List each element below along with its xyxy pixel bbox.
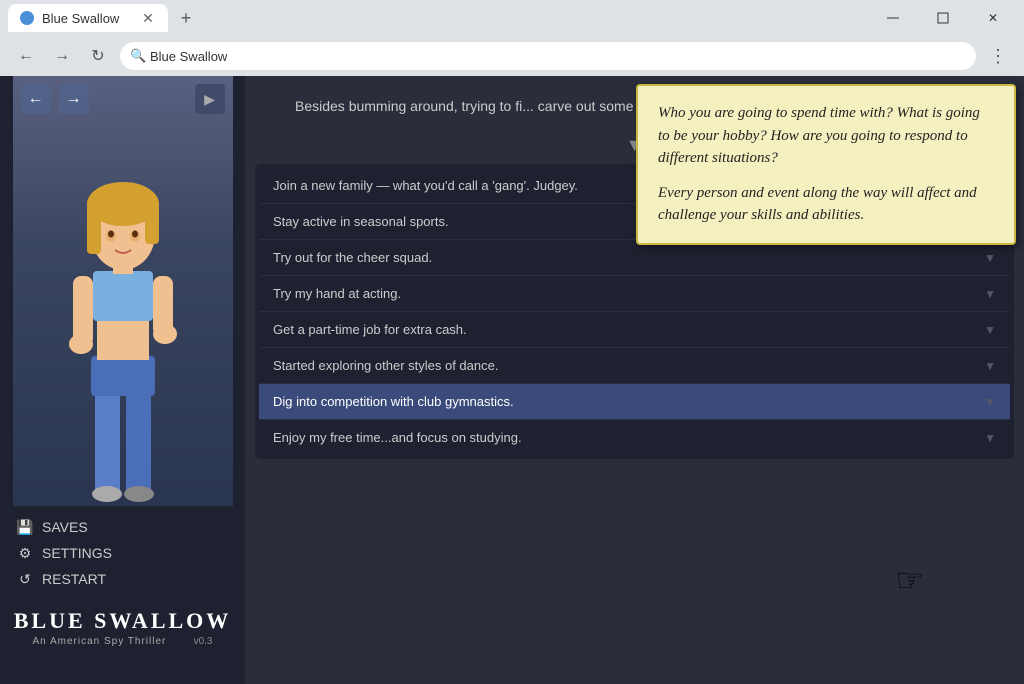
choice-arrow-4: ▼ <box>984 323 996 337</box>
next-image-button[interactable]: → <box>59 84 89 114</box>
choice-item-4[interactable]: Get a part-time job for extra cash. ▼ <box>259 312 1010 348</box>
game-title-area: BLUE SWALLOW An American Spy Thriller v0… <box>14 604 232 647</box>
address-input[interactable] <box>120 42 976 70</box>
new-tab-button[interactable]: + <box>172 4 200 32</box>
choice-item-6[interactable]: Dig into competition with club gymnastic… <box>259 384 1010 420</box>
prev-image-button[interactable]: ← <box>21 84 51 114</box>
mouse-cursor: ☞ <box>895 561 924 599</box>
tooltip-line1: Who you are going to spend time with? Wh… <box>658 102 994 170</box>
choice-item-5[interactable]: Started exploring other styles of dance.… <box>259 348 1010 384</box>
image-fade-button[interactable]: ▶ <box>195 84 225 114</box>
game-content: ← → ▶ 💾 SAVES ⚙ SETTINGS ↺ RESTART <box>0 76 1024 684</box>
browser-frame: Blue Swallow ✕ + ✕ ← → ↻ 🔍 ⋮ <box>0 0 1024 684</box>
choice-arrow-5: ▼ <box>984 359 996 373</box>
character-svg <box>23 86 223 506</box>
maximize-button[interactable] <box>920 2 966 34</box>
tooltip-box: Who you are going to spend time with? Wh… <box>636 84 1016 245</box>
choice-text-3: Try my hand at acting. <box>273 286 401 301</box>
game-title: BLUE SWALLOW <box>14 608 232 634</box>
restart-label: RESTART <box>42 571 106 587</box>
choice-text-0: Join a new family — what you'd call a 'g… <box>273 178 578 193</box>
refresh-button[interactable]: ↻ <box>84 42 112 70</box>
settings-menu-item[interactable]: ⚙ SETTINGS <box>16 540 229 566</box>
choice-text-1: Stay active in seasonal sports. <box>273 214 449 229</box>
restart-icon: ↺ <box>16 570 34 588</box>
close-button[interactable]: ✕ <box>970 2 1016 34</box>
choice-arrow-3: ▼ <box>984 287 996 301</box>
game-version: v0.3 <box>194 636 213 647</box>
settings-label: SETTINGS <box>42 545 112 561</box>
back-button[interactable]: ← <box>12 42 40 70</box>
tooltip-text: Who you are going to spend time with? Wh… <box>658 102 994 227</box>
address-search-icon: 🔍 <box>130 48 146 64</box>
active-tab[interactable]: Blue Swallow ✕ <box>8 4 168 32</box>
restart-menu-item[interactable]: ↺ RESTART <box>16 566 229 592</box>
tab-close-button[interactable]: ✕ <box>140 10 156 26</box>
choice-text-4: Get a part-time job for extra cash. <box>273 322 467 337</box>
saves-icon: 💾 <box>16 518 34 536</box>
choice-arrow-7: ▼ <box>984 431 996 445</box>
saves-label: SAVES <box>42 519 88 535</box>
tooltip-line2: Every person and event along the way wil… <box>658 182 994 227</box>
settings-icon: ⚙ <box>16 544 34 562</box>
choice-arrow-2: ▼ <box>984 251 996 265</box>
browser-menu-button[interactable]: ⋮ <box>984 42 1012 70</box>
sidebar-menu: 💾 SAVES ⚙ SETTINGS ↺ RESTART <box>0 506 245 600</box>
choice-item-3[interactable]: Try my hand at acting. ▼ <box>259 276 1010 312</box>
minimize-button[interactable] <box>870 2 916 34</box>
choice-item-2[interactable]: Try out for the cheer squad. ▼ <box>259 240 1010 276</box>
right-panel: Who you are going to spend time with? Wh… <box>245 76 1024 684</box>
address-bar: ← → ↻ 🔍 ⋮ <box>0 36 1024 76</box>
tab-label: Blue Swallow <box>42 11 119 26</box>
address-wrapper: 🔍 <box>120 42 976 70</box>
tab-area: Blue Swallow ✕ + <box>8 4 862 32</box>
character-image: ← → ▶ <box>13 76 233 506</box>
choice-text-7: Enjoy my free time...and focus on studyi… <box>273 430 522 445</box>
left-panel: ← → ▶ 💾 SAVES ⚙ SETTINGS ↺ RESTART <box>0 76 245 684</box>
saves-menu-item[interactable]: 💾 SAVES <box>16 514 229 540</box>
window-controls: ✕ <box>870 2 1016 34</box>
forward-button[interactable]: → <box>48 42 76 70</box>
choice-text-2: Try out for the cheer squad. <box>273 250 432 265</box>
choice-text-5: Started exploring other styles of dance. <box>273 358 498 373</box>
choice-item-7[interactable]: Enjoy my free time...and focus on studyi… <box>259 420 1010 455</box>
tab-favicon <box>20 11 34 25</box>
choice-text-6: Dig into competition with club gymnastic… <box>273 394 514 409</box>
choice-arrow-6: ▼ <box>984 395 996 409</box>
title-bar: Blue Swallow ✕ + ✕ <box>0 0 1024 36</box>
game-subtitle: An American Spy Thriller <box>33 636 167 647</box>
